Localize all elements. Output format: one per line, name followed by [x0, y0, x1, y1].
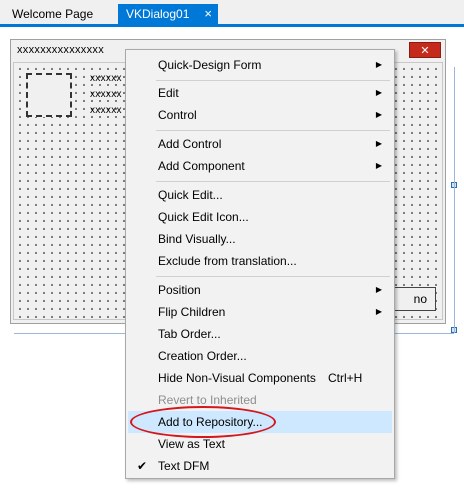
menu-item-label: Text DFM: [158, 459, 210, 473]
menu-item-text-dfm[interactable]: ✔ Text DFM: [128, 455, 392, 477]
submenu-arrow-icon: ▶: [375, 161, 382, 170]
static-text[interactable]: xxxxxx: [90, 105, 122, 116]
menu-item-quick-edit[interactable]: Quick Edit...: [128, 184, 392, 206]
guide-line: [454, 67, 455, 333]
menu-item-label: Tab Order...: [158, 327, 221, 341]
menu-item-label: Flip Children: [158, 305, 226, 319]
menu-item-creation-order[interactable]: Creation Order...: [128, 345, 392, 367]
menu-item-label: Control: [158, 108, 197, 122]
submenu-arrow-icon: ▶: [375, 110, 382, 119]
menu-item-position[interactable]: Position ▶: [128, 279, 392, 301]
menu-item-hide-non-visual-components[interactable]: Hide Non-Visual Components Ctrl+H: [128, 367, 392, 389]
menu-item-view-as-text[interactable]: View as Text: [128, 433, 392, 455]
menu-item-label: Position: [158, 283, 201, 297]
menu-item-control[interactable]: Control ▶: [128, 104, 392, 126]
menu-item-label: Hide Non-Visual Components: [158, 371, 316, 385]
menu-item-label: Creation Order...: [158, 349, 247, 363]
menu-item-quick-edit-icon[interactable]: Quick Edit Icon...: [128, 206, 392, 228]
menu-separator: [156, 276, 390, 277]
tab-vkdialog01[interactable]: VKDialog01 ×: [118, 4, 218, 24]
image-placeholder[interactable]: [26, 73, 72, 117]
menu-item-flip-children[interactable]: Flip Children ▶: [128, 301, 392, 323]
tab-welcome-page[interactable]: Welcome Page: [4, 4, 118, 24]
static-text[interactable]: xxxxxx: [90, 89, 122, 100]
menu-item-label: Quick Edit...: [158, 188, 223, 202]
menu-item-edit[interactable]: Edit ▶: [128, 82, 392, 104]
menu-item-label: Add Component: [158, 159, 245, 173]
submenu-arrow-icon: ▶: [375, 285, 382, 294]
menu-separator: [156, 80, 390, 81]
menu-item-bind-visually[interactable]: Bind Visually...: [128, 228, 392, 250]
menu-separator: [156, 181, 390, 182]
menu-item-label: Quick-Design Form: [158, 58, 262, 72]
editor-tab-bar: Welcome Page VKDialog01 ×: [0, 0, 464, 27]
menu-item-add-component[interactable]: Add Component ▶: [128, 155, 392, 177]
menu-item-label: Bind Visually...: [158, 232, 236, 246]
menu-item-label: Exclude from translation...: [158, 254, 297, 268]
tab-label: VKDialog01: [126, 7, 190, 21]
menu-item-add-control[interactable]: Add Control ▶: [128, 133, 392, 155]
menu-item-tab-order[interactable]: Tab Order...: [128, 323, 392, 345]
close-icon[interactable]: ×: [204, 4, 212, 24]
submenu-arrow-icon: ▶: [375, 139, 382, 148]
submenu-arrow-icon: ▶: [375, 60, 382, 69]
tab-label: Welcome Page: [12, 7, 94, 21]
checkmark-icon: ✔: [137, 459, 148, 473]
menu-item-quick-design-form[interactable]: Quick-Design Form ▶: [128, 54, 392, 76]
submenu-arrow-icon: ▶: [375, 88, 382, 97]
menu-item-label: Edit: [158, 86, 179, 100]
menu-item-exclude-from-translation[interactable]: Exclude from translation...: [128, 250, 392, 272]
form-close-button[interactable]: ✕: [409, 42, 441, 58]
menu-item-label: Quick Edit Icon...: [158, 210, 249, 224]
menu-item-shortcut: Ctrl+H: [328, 371, 363, 385]
menu-item-label: Add Control: [158, 137, 222, 151]
submenu-arrow-icon: ▶: [375, 307, 382, 316]
menu-separator: [156, 130, 390, 131]
annotation-ellipse: [130, 406, 276, 438]
static-text[interactable]: xxxxxx: [90, 73, 122, 84]
